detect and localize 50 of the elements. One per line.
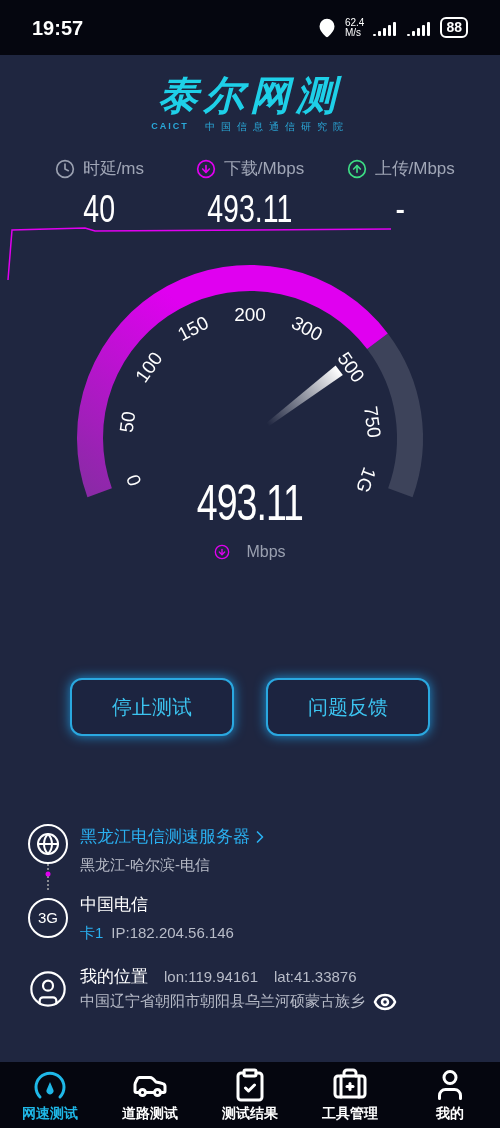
stat-value: 493.11 bbox=[207, 186, 293, 232]
gauge-tick-label: 0 bbox=[122, 471, 146, 489]
logo-brand: CAICT bbox=[151, 119, 189, 133]
nav-tab[interactable]: 网速测试 bbox=[0, 1066, 100, 1124]
gauge-tick-label: 100 bbox=[131, 348, 167, 387]
location-title: 我的位置 bbox=[80, 966, 148, 988]
logo-subtitle: 中国信息通信研究院 bbox=[204, 120, 349, 134]
gauge-tick-label: 750 bbox=[359, 404, 385, 439]
action-button[interactable]: 停止测试 bbox=[70, 678, 234, 736]
globe-icon bbox=[36, 832, 60, 856]
connector-line bbox=[45, 864, 51, 892]
action-button[interactable]: 问题反馈 bbox=[266, 678, 430, 736]
user-circle-icon bbox=[28, 968, 68, 1009]
nav-tab[interactable]: 工具管理 bbox=[300, 1066, 400, 1124]
network-badge: 3G bbox=[28, 898, 68, 938]
server-name[interactable]: 黑龙江电信测速服务器 bbox=[80, 824, 250, 850]
gauge-tick-label: 500 bbox=[333, 348, 369, 387]
network-speed: 62.4 bbox=[344, 17, 365, 28]
network-speed-unit: M/s bbox=[344, 27, 363, 38]
speed-reading: 493.11 bbox=[196, 478, 304, 528]
clock-icon bbox=[54, 158, 75, 179]
stat-label: 时延/ms bbox=[82, 158, 144, 180]
nav-tab[interactable]: 道路测试 bbox=[100, 1066, 200, 1124]
upload-icon bbox=[346, 158, 367, 179]
ip-address: IP:182.204.56.146 bbox=[111, 922, 234, 943]
signal-icon bbox=[406, 19, 433, 36]
location-address: 中国辽宁省朝阳市朝阳县乌兰河硕蒙古族乡 bbox=[80, 991, 365, 1012]
stat-label: 下载/Mbps bbox=[223, 158, 305, 180]
gauge-tick-label: 50 bbox=[115, 410, 140, 434]
nav-tab[interactable]: 我的 bbox=[400, 1066, 500, 1124]
stat-label: 上传/Mbps bbox=[374, 158, 455, 180]
server-location: 黑龙江-哈尔滨-电信 bbox=[80, 854, 211, 875]
gauge-tick-label: 1G bbox=[351, 464, 381, 496]
speed-unit: Mbps bbox=[246, 542, 286, 562]
carrier-name: 中国电信 bbox=[80, 894, 149, 916]
latitude: lat:41.33876 bbox=[274, 966, 357, 987]
gauge-tick-label: 150 bbox=[174, 311, 212, 346]
sim-label: 卡1 bbox=[80, 922, 104, 943]
download-icon bbox=[195, 158, 216, 179]
longitude: lon:119.94161 bbox=[164, 966, 258, 987]
stat-value: 40 bbox=[83, 186, 116, 232]
gauge-tick-label: 300 bbox=[288, 311, 326, 346]
clock-time: 19:57 bbox=[32, 15, 84, 41]
app-logo-title: 泰尔网测 bbox=[158, 75, 342, 115]
stat-value: - bbox=[395, 186, 406, 232]
gauge-tick-label: 200 bbox=[234, 304, 266, 325]
download-icon bbox=[214, 544, 231, 560]
battery-indicator: 88 bbox=[440, 16, 468, 39]
nav-tab[interactable]: 测试结果 bbox=[200, 1066, 300, 1124]
signal-icon bbox=[372, 19, 399, 36]
